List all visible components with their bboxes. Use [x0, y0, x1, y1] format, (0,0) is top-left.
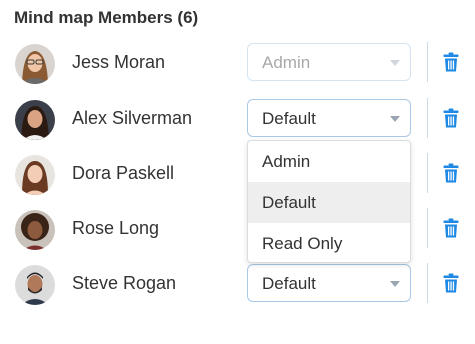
member-name: Steve Rogan: [72, 273, 177, 293]
trash-icon[interactable]: [443, 52, 459, 77]
role-select: Admin: [247, 43, 411, 81]
trash-icon[interactable]: [443, 108, 459, 133]
avatar: [15, 210, 55, 250]
avatar: [15, 155, 55, 195]
trash-icon[interactable]: [443, 163, 459, 188]
dropdown-option-admin[interactable]: Admin: [248, 141, 410, 182]
dropdown-option-read-only[interactable]: Read Only: [248, 223, 410, 262]
member-name: Jess Moran: [72, 52, 166, 72]
dropdown-option-default[interactable]: Default: [248, 182, 410, 223]
caret-down-icon: [390, 116, 400, 122]
divider: [427, 263, 428, 303]
divider: [427, 208, 428, 248]
caret-down-icon: [390, 60, 400, 66]
divider: [427, 153, 428, 193]
section-title: Mind map Members (6): [14, 8, 199, 27]
avatar: [15, 100, 55, 140]
trash-icon[interactable]: [443, 273, 459, 298]
member-row: Steve Rogan Default: [0, 259, 475, 311]
role-select[interactable]: Default: [247, 264, 411, 302]
divider: [427, 98, 428, 138]
avatar: [15, 265, 55, 305]
divider: [427, 42, 428, 82]
member-row: Jess Moran Admin: [0, 38, 475, 90]
role-select-value: Default: [262, 109, 316, 128]
role-select-value: Default: [262, 274, 316, 293]
member-name: Dora Paskell: [72, 163, 175, 183]
trash-icon[interactable]: [443, 218, 459, 243]
member-name: Rose Long: [72, 218, 160, 238]
member-row: Alex Silverman Default: [0, 94, 475, 146]
role-dropdown-menu: Admin Default Read Only: [247, 140, 411, 263]
caret-down-icon: [390, 281, 400, 287]
avatar: [15, 44, 55, 84]
role-select[interactable]: Default: [247, 99, 411, 137]
member-name: Alex Silverman: [72, 108, 193, 128]
role-select-value: Admin: [262, 53, 311, 72]
